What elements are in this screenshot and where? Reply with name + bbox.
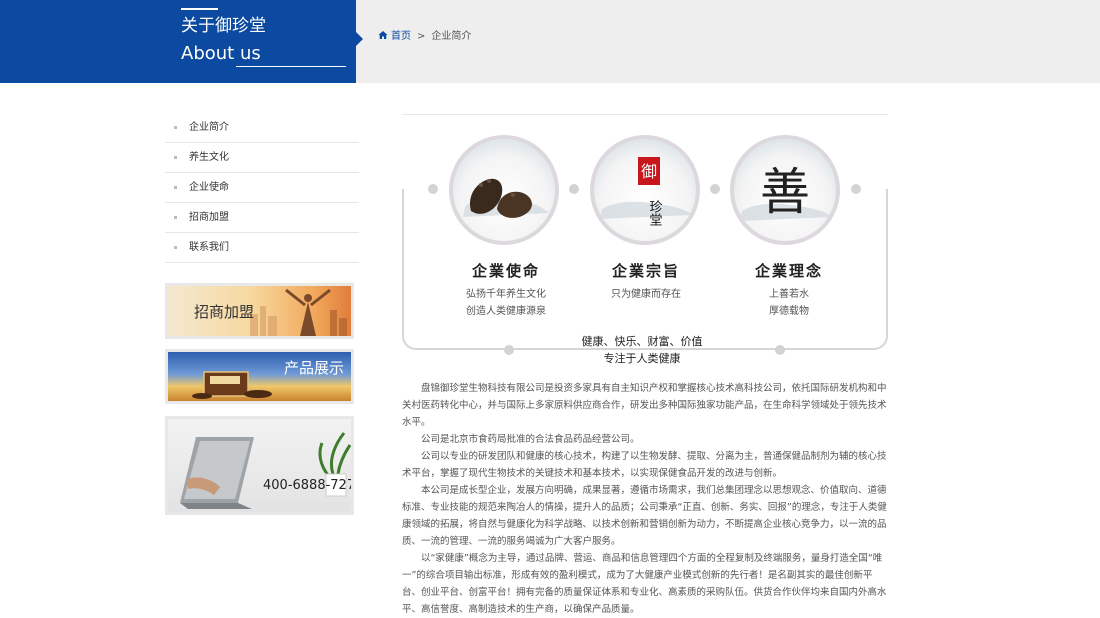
frame-dot <box>504 345 514 355</box>
title-underline <box>236 66 346 67</box>
philosophy-character: 善 <box>760 163 810 221</box>
article-paragraph: 本公司是成长型企业，发展方向明确，成果显著，遵循市场需求，我们总集团理念以思想观… <box>402 485 887 547</box>
article-paragraph: 盘锦御珍堂生物科技有限公司是投资多家具有自主知识产权和掌握核心技术高科技公司，依… <box>402 383 887 428</box>
purpose-desc-line1: 只为健康而存在 <box>611 289 681 300</box>
philosophy-circle-image: 善 <box>730 135 840 245</box>
brand-seal-graphic: 御 珍堂 <box>600 157 692 226</box>
frame-dot <box>428 184 438 194</box>
bullet-icon <box>174 156 177 159</box>
contact-banner[interactable]: 400-6888-727 <box>165 416 354 515</box>
sidebar-item-label: 企业使命 <box>189 182 229 193</box>
purpose-circle-image: 御 珍堂 <box>590 135 700 245</box>
mission-desc-line1: 弘扬千年养生文化 <box>466 289 546 300</box>
sidebar-item-mission[interactable]: 企业使命 <box>165 173 359 203</box>
slogan-line1: 健康、快乐、财富、价值 <box>581 335 703 348</box>
frame-dot <box>851 184 861 194</box>
breadcrumb-separator: > <box>417 31 426 42</box>
section-title-en: About us <box>181 43 261 64</box>
article-paragraph: 公司是北京市食药局批准的合法食品药品经营公司。 <box>421 434 640 445</box>
bullet-icon <box>174 126 177 129</box>
section-title-block: 关于御珍堂 About us <box>0 0 356 83</box>
franchise-banner-text: 招商加盟 <box>194 303 255 321</box>
home-icon <box>378 31 388 39</box>
slogan: 健康、快乐、财富、价值 专注于人类健康 <box>540 333 744 367</box>
frame-dot <box>710 184 720 194</box>
title-arrow <box>356 32 363 46</box>
sidebar-item-contact[interactable]: 联系我们 <box>165 233 359 263</box>
breadcrumb: 首页 > 企业简介 <box>378 30 471 44</box>
franchise-banner[interactable]: 招商加盟 <box>165 283 354 339</box>
sidebar-item-label: 招商加盟 <box>189 212 229 223</box>
calligraphy-graphic: 善 <box>740 163 832 221</box>
sidebar-item-label: 企业简介 <box>189 122 229 133</box>
content-divider <box>402 114 888 115</box>
slogan-line2: 专注于人类健康 <box>603 352 681 365</box>
products-banner[interactable]: 产品展示 <box>165 349 354 404</box>
sidebar-item-company-profile[interactable]: 企业简介 <box>165 113 359 143</box>
sidebar-item-label: 养生文化 <box>189 152 229 163</box>
frame-dot <box>569 184 579 194</box>
mission-desc-line2: 创造人类健康源泉 <box>466 306 546 317</box>
breadcrumb-home-link[interactable]: 首页 <box>391 31 411 42</box>
bullet-icon <box>174 216 177 219</box>
phone-number: 400-6888-727 <box>263 478 354 493</box>
mission-title: 企業使命 <box>471 262 540 280</box>
purpose-title: 企業宗旨 <box>611 262 680 280</box>
title-accent-bar <box>181 8 218 10</box>
products-banner-text: 产品展示 <box>284 359 345 377</box>
laptop-graphic <box>180 432 351 509</box>
mission-circle-image <box>449 135 559 245</box>
sidebar-item-franchise[interactable]: 招商加盟 <box>165 203 359 233</box>
bullet-icon <box>174 246 177 249</box>
article-paragraph: 公司以专业的研发团队和健康的核心技术，构建了以生物发酵、提取、分离为主，普通保健… <box>402 451 887 479</box>
bullet-icon <box>174 186 177 189</box>
brand-characters: 珍堂 <box>647 200 663 226</box>
sidebar-item-health-culture[interactable]: 养生文化 <box>165 143 359 173</box>
section-title-cn: 关于御珍堂 <box>181 16 266 36</box>
frame-dot <box>775 345 785 355</box>
seal-character: 御 <box>641 162 657 181</box>
sea-cucumber-graphic <box>463 178 549 218</box>
philosophy-title: 企業理念 <box>754 262 823 280</box>
philosophy-desc-line1: 上善若水 <box>769 289 809 300</box>
article-paragraph: 以“家健康”概念为主导，通过品牌、营运、商品和信息管理四个方面的全程复制及终端服… <box>402 553 887 615</box>
company-profile-article: 盘锦御珍堂生物科技有限公司是投资多家具有自主知识产权和掌握核心技术高科技公司，依… <box>402 380 888 618</box>
philosophy-desc-line2: 厚德载物 <box>769 306 809 317</box>
breadcrumb-current: 企业简介 <box>431 31 472 42</box>
sidebar-menu: 企业简介 养生文化 企业使命 招商加盟 联系我们 <box>165 113 359 263</box>
sidebar-item-label: 联系我们 <box>189 242 229 253</box>
